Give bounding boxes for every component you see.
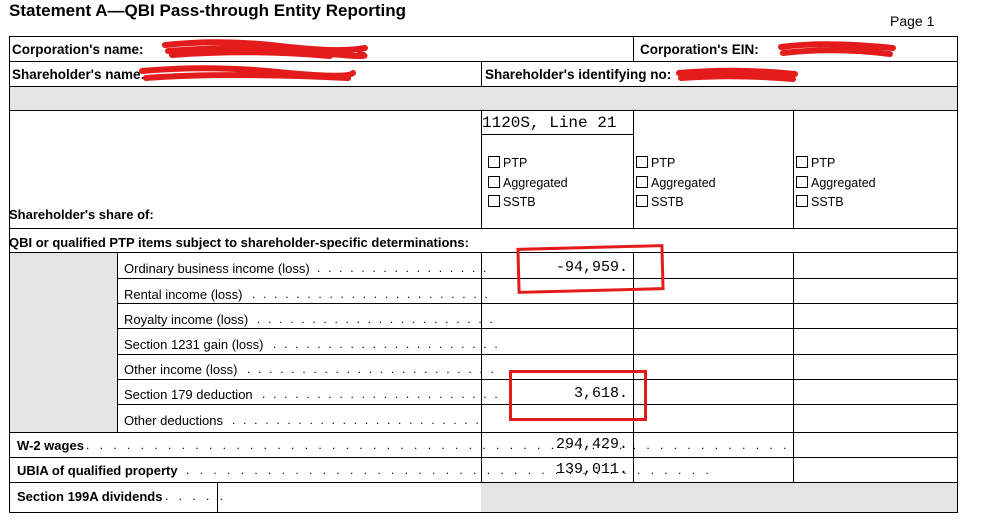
corp-ein-label: Corporation's EIN: <box>640 42 759 57</box>
redaction-shareholder-id <box>676 67 798 82</box>
redaction-corp-ein <box>778 41 896 57</box>
item-label-ordinary-business-income: Ordinary business income (loss) <box>124 261 310 276</box>
highlight-box-section-179 <box>509 370 647 421</box>
highlight-box-ordinary-income <box>516 244 665 294</box>
value-ubia: 139,011. <box>555 461 628 478</box>
checkbox-icon <box>636 156 648 168</box>
qbi-heading: QBI or qualified PTP items subject to sh… <box>9 235 469 250</box>
gray-band <box>9 86 957 110</box>
share-of-label: Shareholder's share of: <box>9 207 154 222</box>
redaction-shareholder-name <box>139 65 356 81</box>
aggregated-checkbox-col1[interactable]: Aggregated <box>488 176 568 190</box>
checkbox-icon <box>636 176 648 188</box>
checkbox-icon <box>796 176 808 188</box>
total-label-section-199a-dividends: Section 199A dividends <box>17 489 163 504</box>
redaction-corp-name <box>162 39 368 59</box>
ptp-checkbox-col3[interactable]: PTP <box>796 156 835 170</box>
ptp-checkbox-col2[interactable]: PTP <box>636 156 675 170</box>
checkbox-icon <box>488 156 500 168</box>
checkbox-icon <box>488 195 500 207</box>
column-header-1120s-line-21: 1120S, Line 21 <box>482 114 617 132</box>
checkbox-icon <box>488 176 500 188</box>
page-title: Statement A—QBI Pass-through Entity Repo… <box>9 1 407 20</box>
total-label-ubia: UBIA of qualified property <box>17 463 178 478</box>
gray-dividends-block <box>481 482 957 512</box>
shareholder-id-label: Shareholder's identifying no: <box>485 67 672 82</box>
sstb-checkbox-col2[interactable]: SSTB <box>636 195 684 209</box>
gray-left-block <box>9 253 117 433</box>
sstb-checkbox-col3[interactable]: SSTB <box>796 195 844 209</box>
checkbox-icon <box>796 195 808 207</box>
item-label-section-1231-gain: Section 1231 gain (loss) <box>124 337 264 352</box>
value-w2-wages: 294,429. <box>555 436 628 453</box>
item-label-rental-income: Rental income (loss) <box>124 287 243 302</box>
shareholder-name-label: Shareholder's name: <box>12 67 146 82</box>
checkbox-icon <box>636 195 648 207</box>
aggregated-checkbox-col3[interactable]: Aggregated <box>796 176 876 190</box>
item-label-other-deductions: Other deductions <box>124 413 224 428</box>
page-number: Page 1 <box>890 13 935 29</box>
item-label-royalty-income: Royalty income (loss) <box>124 312 249 327</box>
ptp-checkbox-col1[interactable]: PTP <box>488 156 527 170</box>
total-label-w2-wages: W-2 wages <box>17 438 84 453</box>
aggregated-checkbox-col2[interactable]: Aggregated <box>636 176 716 190</box>
item-label-other-income: Other income (loss) <box>124 362 238 377</box>
item-label-section-179-deduction: Section 179 deduction <box>124 387 253 402</box>
sstb-checkbox-col1[interactable]: SSTB <box>488 195 536 209</box>
checkbox-icon <box>796 156 808 168</box>
corp-name-label: Corporation's name: <box>12 42 144 57</box>
